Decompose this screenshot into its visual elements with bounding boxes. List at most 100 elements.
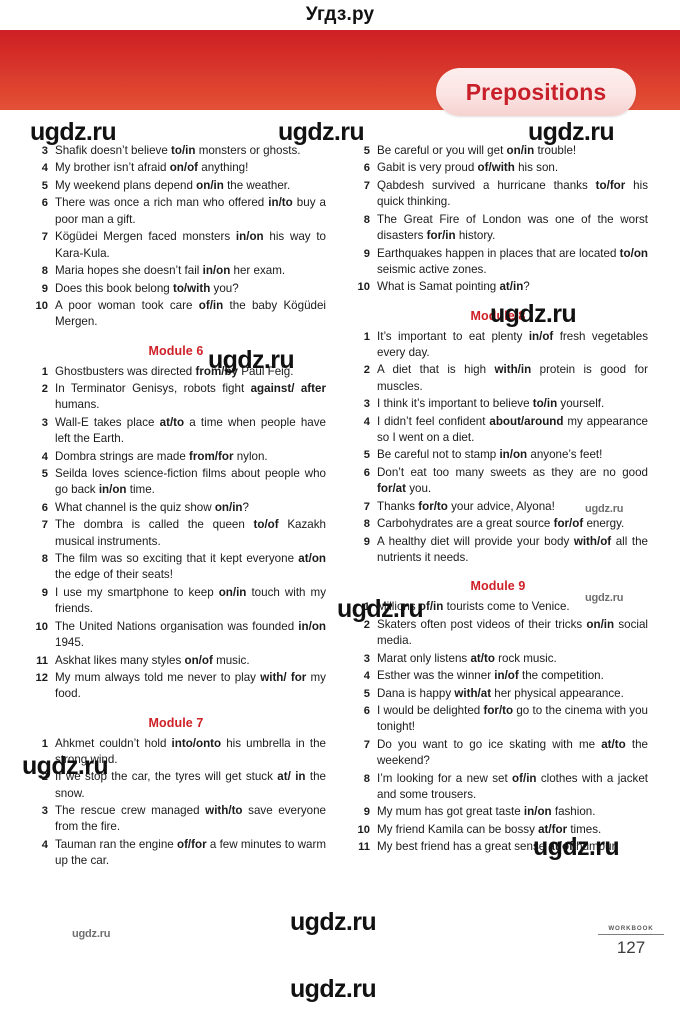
module-heading: Module 7 xyxy=(148,715,204,730)
question-item: 8 Maria hopes she doesn’t fail in/on her … xyxy=(26,263,326,279)
preposition-choice: with/to xyxy=(205,804,243,818)
question-text: My mum has got great taste in/on fashion… xyxy=(377,804,648,820)
question-text: In Terminator Genisys, robots fight agai… xyxy=(55,381,326,414)
sentence-fragment: ? xyxy=(523,280,530,294)
question-text: Maria hopes she doesn’t fail in/on her e… xyxy=(55,263,326,279)
sentence-fragment: his son. xyxy=(514,161,559,175)
preposition-choice: for/to xyxy=(418,499,448,513)
question-item: 5 Dana is happy with/at her physical appe… xyxy=(348,686,648,702)
question-number: 7 xyxy=(363,179,370,192)
question-item: 3 Marat only listens at/to rock music. xyxy=(348,651,648,667)
preposition-choice: to/on xyxy=(619,246,648,260)
question-number: 10 xyxy=(35,299,48,312)
sentence-fragment: Askhat likes many styles xyxy=(55,653,185,667)
question-number: 3 xyxy=(41,145,48,157)
sentence-fragment: Maria hopes she doesn’t fail xyxy=(55,264,203,278)
question-number: 8 xyxy=(363,213,370,226)
question-item: 7 Kögüdei Mergen faced monsters in/on his… xyxy=(26,229,326,262)
question-list: 3 Shafik doesn’t believe to/in monsters o… xyxy=(26,143,326,331)
question-item: 3 I think it’s important to believe to/in… xyxy=(348,396,648,412)
question-number: 4 xyxy=(363,670,370,683)
question-text: Tauman ran the engine of/for a few minut… xyxy=(55,837,326,870)
question-item: 8 The Great Fire of London was one of the… xyxy=(348,212,648,245)
preposition-choice: to/of xyxy=(253,518,279,532)
sentence-fragment: you. xyxy=(405,482,432,496)
preposition-choice: for/of xyxy=(553,517,584,531)
preposition-choice: from/for xyxy=(189,449,234,463)
sentence-fragment: 1945. xyxy=(55,636,85,650)
preposition-choice: of/with xyxy=(477,161,515,175)
question-text: I would be delighted for/to go to the ci… xyxy=(377,703,648,736)
sentence-fragment: Earthquakes happen in places that are lo… xyxy=(377,246,620,260)
preposition-choice: of/in xyxy=(198,298,224,312)
question-list: 1 Millions of/in tourists come to Venice.… xyxy=(348,599,648,855)
sentence-fragment: Marat only listens xyxy=(377,651,471,665)
preposition-choice: in/on xyxy=(298,619,326,633)
question-text: It’s important to eat plenty in/of fresh… xyxy=(377,329,648,362)
sentence-fragment: ? xyxy=(242,500,249,514)
question-item: 6 Don’t eat too many sweets as they are n… xyxy=(348,465,648,498)
question-item: 2 Skaters often post videos of their tric… xyxy=(348,617,648,650)
question-item: 5 My weekend plans depend on/in the weath… xyxy=(26,178,326,194)
preposition-choice: to/with xyxy=(172,281,211,295)
preposition-choice: in/of xyxy=(528,329,554,343)
question-text: I didn’t feel confident about/around my … xyxy=(377,414,648,447)
question-number: 8 xyxy=(41,265,48,278)
sentence-fragment: My mum always told me never to play xyxy=(55,670,261,684)
question-text: Wall-E takes place at/to a time when peo… xyxy=(55,415,326,448)
question-item: 10 The United Nations organisation was fo… xyxy=(26,619,326,652)
preposition-choice: for/to xyxy=(483,703,514,717)
sentence-fragment: It’s important to eat plenty xyxy=(377,329,529,343)
question-number: 9 xyxy=(363,806,370,819)
question-number: 5 xyxy=(41,468,48,481)
question-item: 5 Be careful not to stamp in/on anyone’s … xyxy=(348,447,648,463)
sentence-fragment: Tauman ran the engine xyxy=(55,837,177,851)
question-item: 6 Gabit is very proud of/with his son. xyxy=(348,160,648,176)
question-number: 10 xyxy=(35,620,48,633)
question-number: 11 xyxy=(36,654,48,667)
workbook-label: WORKBOOK xyxy=(598,925,664,935)
sentence-fragment: Millions xyxy=(377,600,419,614)
sentence-fragment: rock music. xyxy=(494,651,557,665)
sentence-fragment: Ghostbusters was directed xyxy=(55,364,196,378)
question-number: 2 xyxy=(363,618,370,631)
sentence-fragment: anything! xyxy=(198,161,249,175)
question-list: 1 Ghostbusters was directed from/by Paul … xyxy=(26,364,326,703)
question-item: 2 A diet that is high with/in protein is … xyxy=(348,362,648,395)
question-number: 6 xyxy=(41,501,48,514)
question-item: 5 Seilda loves science-fiction films abou… xyxy=(26,466,326,499)
preposition-choice: to/in xyxy=(532,397,558,411)
preposition-choice: on/of xyxy=(169,161,199,175)
preposition-choice: on/in xyxy=(506,144,535,157)
sentence-fragment: A poor woman took care xyxy=(55,298,199,312)
question-text: I use my smartphone to keep on/in touch … xyxy=(55,585,326,618)
question-number: 4 xyxy=(41,838,48,851)
question-text: Marat only listens at/to rock music. xyxy=(377,651,648,667)
question-item: 1 It’s important to eat plenty in/of fres… xyxy=(348,329,648,362)
preposition-choice: in/on xyxy=(523,805,552,819)
question-text: A healthy diet will provide your body wi… xyxy=(377,534,648,567)
preposition-choice: at/to xyxy=(601,737,626,751)
sentence-fragment: humans. xyxy=(55,398,100,412)
question-number: 3 xyxy=(41,805,48,818)
sentence-fragment: music. xyxy=(212,653,250,667)
question-item: 5 Be careful or you will get on/in troubl… xyxy=(348,143,648,159)
sentence-fragment: yourself. xyxy=(557,397,605,411)
question-item: 8 Carbohydrates are a great source for/of… xyxy=(348,516,648,532)
sentence-fragment: her exam. xyxy=(230,264,286,278)
sentence-fragment: If we stop the car, the tyres will get s… xyxy=(55,770,278,784)
preposition-choice: at/to xyxy=(159,415,185,429)
page-header-banner: Prepositions xyxy=(0,30,680,116)
question-item: 9 I use my smartphone to keep on/in touch… xyxy=(26,585,326,618)
question-item: 7 Do you want to go ice skating with me a… xyxy=(348,737,648,770)
question-number: 11 xyxy=(358,841,370,854)
question-number: 5 xyxy=(41,179,48,192)
question-text: A poor woman took care of/in the baby Kö… xyxy=(55,298,326,331)
question-number: 12 xyxy=(35,671,48,684)
question-text: The rescue crew managed with/to save eve… xyxy=(55,803,326,836)
question-text: My friend Kamila can be bossy at/for tim… xyxy=(377,822,648,838)
question-text: Ahkmet couldn’t hold into/onto his umbre… xyxy=(55,736,326,769)
sentence-fragment: nylon. xyxy=(233,449,268,463)
preposition-choice: with/ for xyxy=(260,670,307,684)
question-item: 1 Ahkmet couldn’t hold into/onto his umbr… xyxy=(26,736,326,769)
